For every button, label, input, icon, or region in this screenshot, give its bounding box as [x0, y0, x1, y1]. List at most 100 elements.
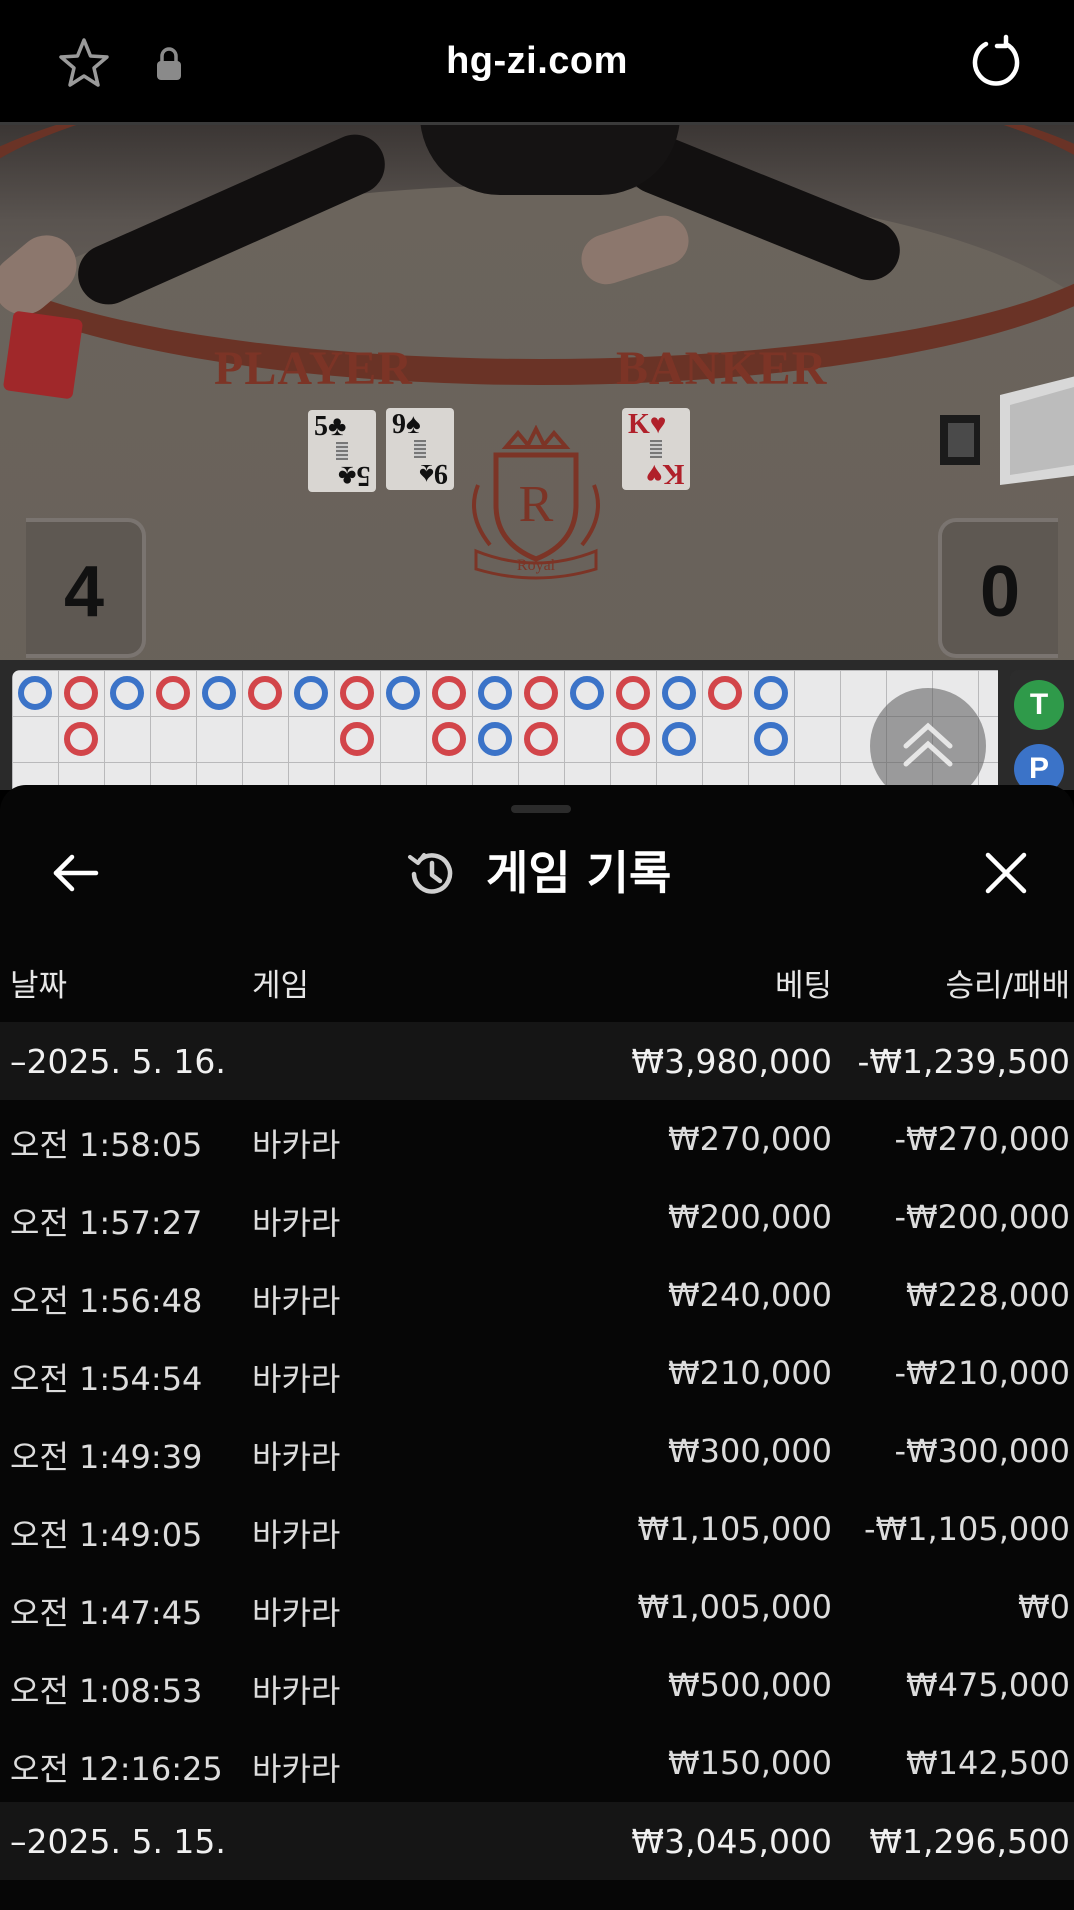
- player-bead: [662, 722, 696, 756]
- row-game: 바카라: [252, 1594, 341, 1632]
- live-game-video: PLAYER BANKER 5♣ 5♣ 9♠ 9♠ K♥ K♥ R Royal …: [0, 125, 1074, 660]
- history-row[interactable]: 오전 1:58:05 바카라 ₩270,000 -₩270,000: [0, 1100, 1074, 1178]
- banker-area-label: BANKER: [616, 342, 828, 395]
- history-row[interactable]: 오전 1:57:27 바카라 ₩200,000 -₩200,000: [0, 1178, 1074, 1256]
- banker-bead: [616, 676, 650, 710]
- url-address[interactable]: hg-zi.com: [0, 40, 1074, 83]
- player-bead: [478, 676, 512, 710]
- date-group-row[interactable]: –2025. 5. 16. ₩3,980,000 -₩1,239,500: [0, 1022, 1074, 1100]
- row-time: 오전 1:47:45: [10, 1594, 203, 1632]
- history-row[interactable]: 오전 1:54:54 바카라 ₩210,000 -₩210,000: [0, 1334, 1074, 1412]
- history-row[interactable]: 오전 1:49:05 바카라 ₩1,105,000 -₩1,105,000: [0, 1490, 1074, 1568]
- history-row[interactable]: 오전 1:47:45 바카라 ₩1,005,000 ₩0: [0, 1568, 1074, 1646]
- row-game: 바카라: [252, 1516, 341, 1554]
- row-result: -₩210,000: [894, 1354, 1070, 1392]
- row-bet: ₩150,000: [668, 1744, 832, 1782]
- close-icon[interactable]: [978, 845, 1034, 901]
- banker-bead: [340, 676, 374, 710]
- group-date: –2025. 5. 16.: [10, 1042, 226, 1081]
- royal-emblem-logo: R Royal: [472, 425, 600, 580]
- row-game: 바카라: [252, 1672, 341, 1710]
- row-bet: ₩300,000: [668, 1432, 832, 1470]
- svg-text:Royal: Royal: [517, 557, 556, 574]
- row-time: 오전 1:49:39: [10, 1438, 203, 1476]
- bead-road-grid[interactable]: [12, 670, 998, 790]
- group-result-total: -₩1,239,500: [857, 1042, 1071, 1081]
- banker-bead: [524, 722, 558, 756]
- row-bet: ₩270,000: [668, 1120, 832, 1158]
- row-result: -₩300,000: [894, 1432, 1070, 1470]
- row-bet: ₩1,005,000: [637, 1588, 833, 1626]
- sheet-grabber[interactable]: [511, 805, 571, 813]
- row-time: 오전 1:57:27: [10, 1204, 203, 1242]
- player-bead: [110, 676, 144, 710]
- player-bead: [570, 676, 604, 710]
- group-bet-total: ₩3,045,000: [631, 1822, 832, 1861]
- banker-card: K♥ K♥: [622, 408, 690, 490]
- row-bet: ₩210,000: [668, 1354, 832, 1392]
- banker-bead: [64, 676, 98, 710]
- group-date: –2025. 5. 15.: [10, 1822, 226, 1861]
- row-result: -₩200,000: [894, 1198, 1070, 1236]
- reload-icon[interactable]: [968, 34, 1024, 90]
- row-time: 오전 1:58:05: [10, 1126, 203, 1164]
- browser-bar: hg-zi.com: [0, 0, 1074, 125]
- row-bet: ₩200,000: [668, 1198, 832, 1236]
- row-bet: ₩1,105,000: [637, 1510, 833, 1548]
- date-group-row[interactable]: –2025. 5. 15. ₩3,045,000 ₩1,296,500: [0, 1802, 1074, 1880]
- row-result: ₩0: [1018, 1588, 1070, 1626]
- player-bead: [386, 676, 420, 710]
- banker-bead: [340, 722, 374, 756]
- player-card: 5♣ 5♣: [308, 410, 376, 492]
- column-header-result: 승리/패배: [945, 968, 1070, 1004]
- column-header-date: 날짜: [10, 968, 68, 1004]
- row-result: ₩142,500: [906, 1744, 1070, 1782]
- banker-bead: [708, 676, 742, 710]
- history-table: 날짜 게임 베팅 승리/패배 –2025. 5. 16. ₩3,980,000 -₩…: [0, 950, 1074, 1880]
- player-bead: [662, 676, 696, 710]
- cut-card: [2, 310, 84, 400]
- history-row[interactable]: 오전 1:49:39 바카라 ₩300,000 -₩300,000: [0, 1412, 1074, 1490]
- row-time: 오전 12:16:25: [10, 1750, 223, 1788]
- row-time: 오전 1:08:53: [10, 1672, 203, 1710]
- history-row[interactable]: 오전 12:16:25 바카라 ₩150,000 ₩142,500: [0, 1724, 1074, 1802]
- column-header-game: 게임: [252, 968, 310, 1004]
- history-row[interactable]: 오전 1:56:48 바카라 ₩240,000 ₩228,000: [0, 1256, 1074, 1334]
- row-bet: ₩500,000: [668, 1666, 832, 1704]
- back-arrow-icon[interactable]: [48, 845, 104, 901]
- group-bet-total: ₩3,980,000: [631, 1042, 832, 1081]
- player-bead: [754, 722, 788, 756]
- player-bead: [202, 676, 236, 710]
- row-result: ₩475,000: [906, 1666, 1070, 1704]
- row-game: 바카라: [252, 1750, 341, 1788]
- banker-bead: [432, 676, 466, 710]
- card-shoe: [940, 376, 1074, 485]
- player-card: 9♠ 9♠: [386, 408, 454, 490]
- history-clock-icon: [408, 853, 453, 894]
- row-result: -₩270,000: [894, 1120, 1070, 1158]
- player-bead: [754, 676, 788, 710]
- banker-bead: [524, 676, 558, 710]
- history-row[interactable]: 오전 1:08:53 바카라 ₩500,000 ₩475,000: [0, 1646, 1074, 1724]
- row-game: 바카라: [252, 1360, 341, 1398]
- row-result: ₩228,000: [906, 1276, 1070, 1314]
- row-bet: ₩240,000: [668, 1276, 832, 1314]
- banker-bead: [248, 676, 282, 710]
- player-bead: [478, 722, 512, 756]
- banker-score: 0: [938, 518, 1058, 658]
- player-area-label: PLAYER: [214, 342, 413, 395]
- table-header: 날짜 게임 베팅 승리/패배: [0, 950, 1074, 1022]
- row-result: -₩1,105,000: [863, 1510, 1070, 1548]
- banker-bead: [616, 722, 650, 756]
- column-header-bet: 베팅: [774, 968, 832, 1004]
- row-game: 바카라: [252, 1438, 341, 1476]
- banker-bead: [432, 722, 466, 756]
- player-bead: [18, 676, 52, 710]
- row-time: 오전 1:49:05: [10, 1516, 203, 1554]
- panel-title: 게임 기록: [486, 846, 672, 900]
- tie-indicator[interactable]: T: [1014, 680, 1064, 730]
- row-game: 바카라: [252, 1282, 341, 1320]
- row-game: 바카라: [252, 1126, 341, 1164]
- row-game: 바카라: [252, 1204, 341, 1242]
- svg-text:R: R: [519, 476, 554, 533]
